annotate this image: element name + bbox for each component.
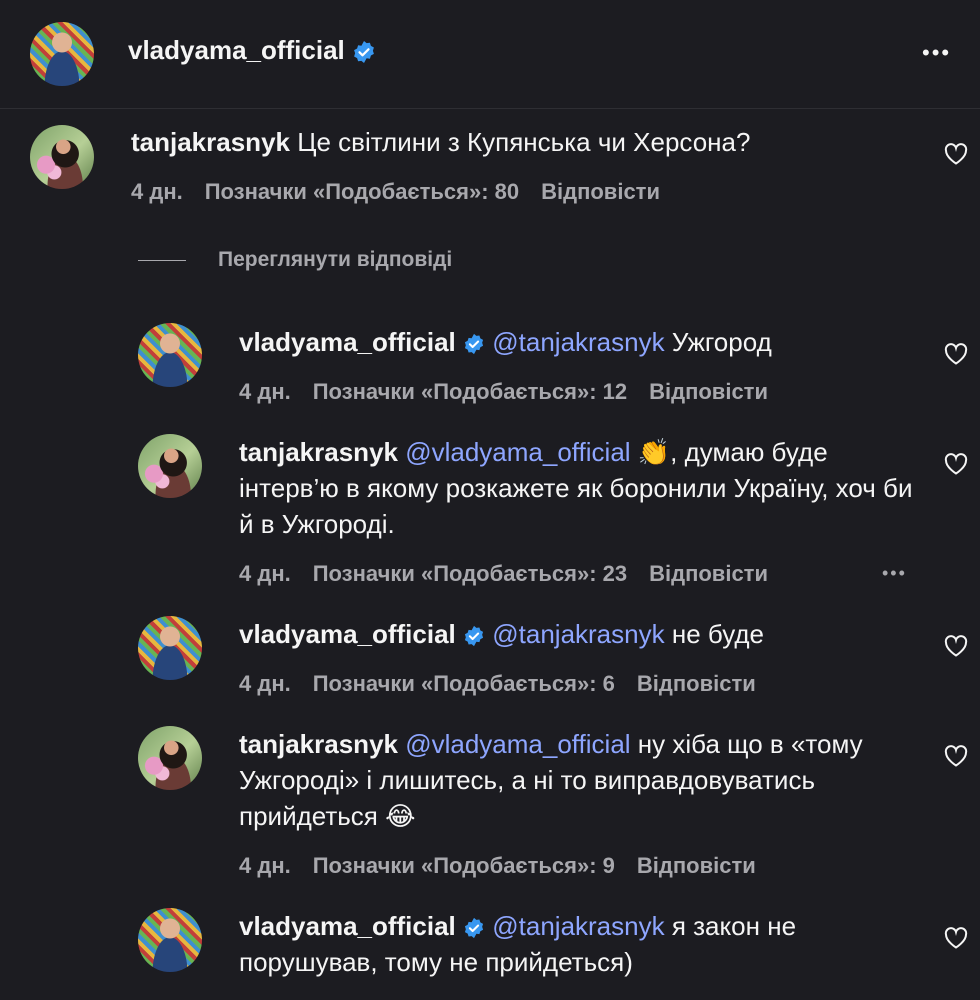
comment-text: tanjakrasnyk Це світлини з Купянська чи … xyxy=(131,124,911,160)
avatar[interactable] xyxy=(30,125,94,189)
like-heart-icon[interactable] xyxy=(944,343,968,365)
like-heart-icon[interactable] xyxy=(944,453,968,475)
reply-username[interactable]: tanjakrasnyk xyxy=(239,437,398,467)
reply-text: tanjakrasnyk @vladyama_official ну хіба … xyxy=(239,726,919,834)
avatar[interactable] xyxy=(138,323,202,387)
like-count-link[interactable]: Позначки «Подобається»: 23 xyxy=(313,561,627,586)
author-username-row[interactable]: vladyama_official xyxy=(128,35,376,66)
reply-username[interactable]: vladyama_official xyxy=(239,911,456,941)
reply-text: vladyama_official @tanjakrasnyk я закон … xyxy=(239,908,919,980)
reply-meta: 4 дн. Позначки «Подобається»: 23 Відповіст… xyxy=(239,561,790,587)
mention-link[interactable]: @tanjakrasnyk xyxy=(492,619,664,649)
like-heart-icon[interactable] xyxy=(944,143,968,165)
reply-time: 4 дн. xyxy=(239,379,291,404)
reply-username[interactable]: vladyama_official xyxy=(239,327,456,357)
reply-button[interactable]: Відповісти xyxy=(649,379,768,404)
like-count-link[interactable]: Позначки «Подобається»: 12 xyxy=(313,379,627,404)
reply-username[interactable]: vladyama_official xyxy=(239,619,456,649)
avatar[interactable] xyxy=(30,22,94,86)
reply-meta: 4 дн. Позначки «Подобається»: 6 Відповісти xyxy=(239,671,778,697)
divider-line xyxy=(138,259,186,261)
reply-text: vladyama_official @tanjakrasnyk Ужгород xyxy=(239,324,919,360)
verified-badge-icon xyxy=(464,918,484,939)
reply-text: vladyama_official @tanjakrasnyk не буде xyxy=(239,616,919,652)
more-options-icon[interactable]: ••• xyxy=(882,563,907,584)
reply-username[interactable]: tanjakrasnyk xyxy=(239,729,398,759)
author-username[interactable]: vladyama_official xyxy=(128,35,345,65)
reply-text: tanjakrasnyk @vladyama_official 👏, думаю… xyxy=(239,434,919,542)
post-header: vladyama_official ••• xyxy=(0,0,980,109)
like-heart-icon[interactable] xyxy=(944,745,968,767)
avatar[interactable] xyxy=(138,908,202,972)
avatar[interactable] xyxy=(138,434,202,498)
reply-time: 4 дн. xyxy=(239,671,291,696)
verified-badge-icon xyxy=(464,626,484,647)
reply-button[interactable]: Відповісти xyxy=(637,671,756,696)
like-count-link[interactable]: Позначки «Подобається»: 80 xyxy=(205,179,519,204)
like-count-link[interactable]: Позначки «Подобається»: 6 xyxy=(313,671,615,696)
verified-badge-icon xyxy=(354,41,374,64)
mention-link[interactable]: @tanjakrasnyk xyxy=(492,911,664,941)
view-replies-label[interactable]: Переглянути відповіді xyxy=(218,248,452,271)
more-options-icon[interactable]: ••• xyxy=(922,40,951,66)
mention-link[interactable]: @vladyama_official xyxy=(405,437,630,467)
like-count-link[interactable]: Позначки «Подобається»: 9 xyxy=(313,853,615,878)
reply-button[interactable]: Відповісти xyxy=(637,853,756,878)
verified-badge-icon xyxy=(464,334,484,355)
reply-button[interactable]: Відповісти xyxy=(541,179,660,204)
reply-meta: 4 дн. Позначки «Подобається»: 9 Відповісти xyxy=(239,853,778,879)
reply-body: Ужгород xyxy=(664,327,772,357)
reply-meta: 4 дн. Позначки «Подобається»: 12 Відповіст… xyxy=(239,379,790,405)
reply-body: не буде xyxy=(664,619,764,649)
reply-time: 4 дн. xyxy=(239,561,291,586)
avatar[interactable] xyxy=(138,616,202,680)
comment-username[interactable]: tanjakrasnyk xyxy=(131,127,290,157)
reply-button[interactable]: Відповісти xyxy=(649,561,768,586)
view-replies-button[interactable]: Переглянути відповіді xyxy=(138,248,452,272)
comment-meta: 4 дн. Позначки «Подобається»: 80 Відповіст… xyxy=(131,179,682,205)
like-heart-icon[interactable] xyxy=(944,635,968,657)
mention-link[interactable]: @tanjakrasnyk xyxy=(492,327,664,357)
comment-time: 4 дн. xyxy=(131,179,183,204)
comment-body: Це світлини з Купянська чи Херсона? xyxy=(297,127,751,157)
like-heart-icon[interactable] xyxy=(944,927,968,949)
avatar[interactable] xyxy=(138,726,202,790)
reply-time: 4 дн. xyxy=(239,853,291,878)
mention-link[interactable]: @vladyama_official xyxy=(405,729,630,759)
